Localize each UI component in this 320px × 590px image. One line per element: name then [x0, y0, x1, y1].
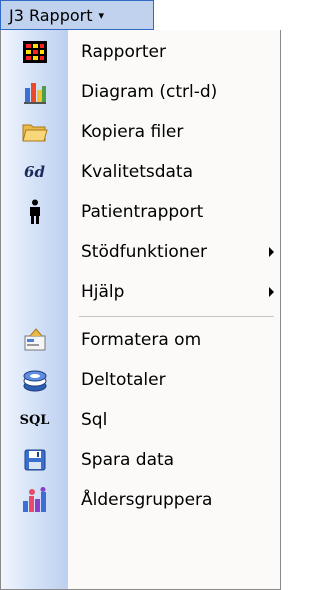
- menu-item-kvalitetsdata[interactable]: 6d Kvalitetsdata: [1, 152, 280, 192]
- grid-report-icon: [1, 32, 68, 72]
- submenu-arrow-icon: [269, 247, 274, 257]
- menu-item-label: Sql: [81, 410, 108, 430]
- menu-item-rapporter[interactable]: Rapporter: [1, 32, 280, 72]
- menu-item-patientrapport[interactable]: Patientrapport: [1, 192, 280, 232]
- dropdown-menu: Rapporter Diagram (ctrl-d) Kopiera filer…: [0, 30, 281, 590]
- menu-item-label: Deltotaler: [81, 370, 166, 390]
- submenu-arrow-icon: [269, 287, 274, 297]
- menu-title: J3 Rapport: [9, 5, 93, 25]
- menu-item-label: Åldersgruppera: [81, 490, 213, 510]
- menu-item-label: Kvalitetsdata: [81, 162, 194, 182]
- menu-item-diagram[interactable]: Diagram (ctrl-d): [1, 72, 280, 112]
- menu-item-label: Kopiera filer: [81, 122, 184, 142]
- menu-item-label: Formatera om: [81, 330, 202, 350]
- menu-item-deltotaler[interactable]: Deltotaler: [1, 360, 280, 400]
- menu-item-spara-data[interactable]: Spara data: [1, 440, 280, 480]
- menu-item-label: Diagram (ctrl-d): [81, 82, 218, 102]
- stack-icon: [1, 360, 68, 400]
- menu-separator: [1, 312, 280, 320]
- menu-j3-rapport[interactable]: J3 Rapport ▾: [0, 0, 154, 30]
- person-icon: [1, 192, 68, 232]
- menu-item-hjalp[interactable]: Hjälp: [1, 272, 280, 312]
- quality-data-icon: 6d: [24, 163, 45, 181]
- format-icon: [1, 320, 68, 360]
- folder-icon: [1, 112, 68, 152]
- caret-down-icon: ▾: [98, 8, 105, 22]
- menu-item-label: Spara data: [81, 450, 175, 470]
- menu-item-sql[interactable]: SQL Sql: [1, 400, 280, 440]
- save-icon: [1, 440, 68, 480]
- menu-item-stodfunktioner[interactable]: Stödfunktioner: [1, 232, 280, 272]
- age-group-chart-icon: [1, 480, 68, 520]
- bar-chart-icon: [1, 72, 68, 112]
- menu-item-formatera-om[interactable]: Formatera om: [1, 320, 280, 360]
- menu-item-aldersgruppera[interactable]: Åldersgruppera: [1, 480, 280, 520]
- menu-item-label: Patientrapport: [81, 202, 204, 222]
- menu-item-label: Stödfunktioner: [81, 242, 208, 262]
- menu-item-kopiera-filer[interactable]: Kopiera filer: [1, 112, 280, 152]
- sql-icon: SQL: [19, 412, 50, 428]
- menu-item-label: Rapporter: [81, 42, 166, 62]
- menu-item-label: Hjälp: [81, 282, 125, 302]
